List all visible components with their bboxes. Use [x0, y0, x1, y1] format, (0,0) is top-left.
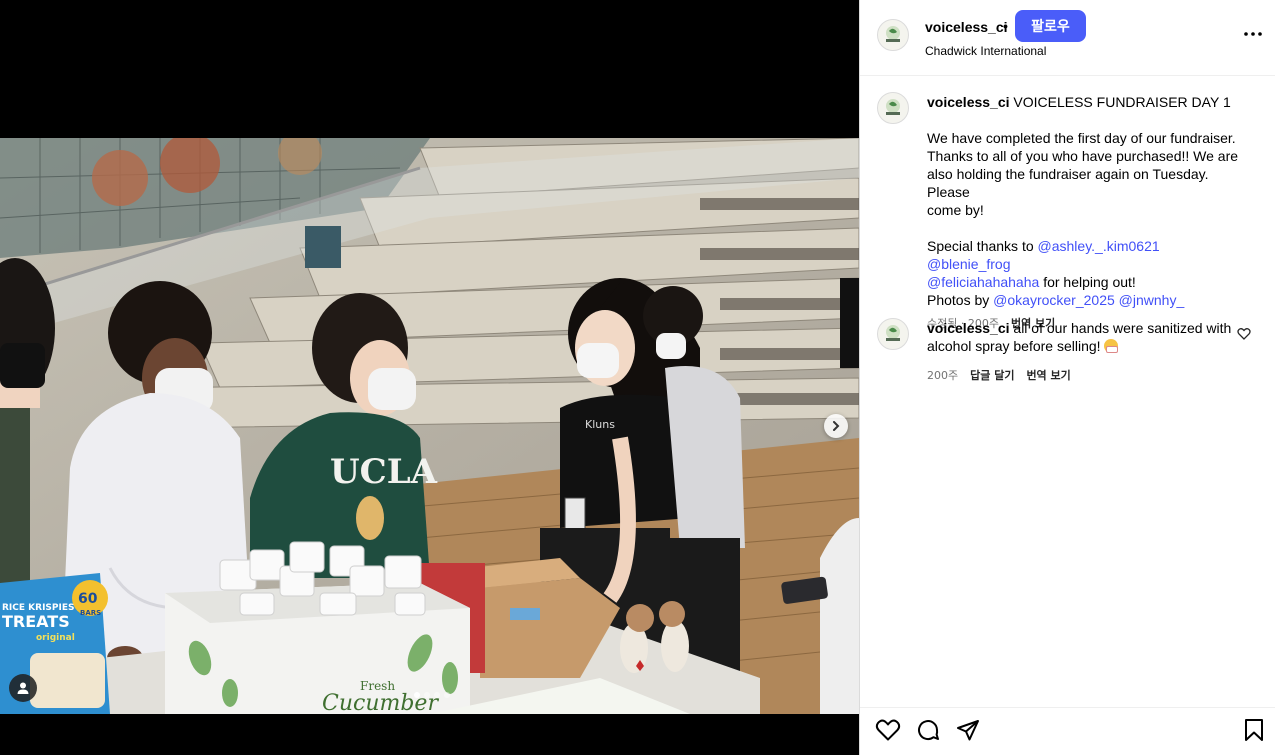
caption-thanks-line-2: @feliciahahahaha for helping out! [927, 273, 1247, 291]
mask-face-emoji-icon [1104, 339, 1119, 353]
save-button[interactable] [1240, 716, 1268, 744]
caption-text: Photos by [927, 292, 990, 308]
caption-avatar[interactable] [877, 92, 909, 124]
carousel-dot [434, 692, 440, 698]
caption-text: for helping out! [1043, 274, 1136, 290]
share-button[interactable] [954, 716, 982, 744]
caption-headline: VOICELESS FUNDRAISER DAY 1 [1013, 94, 1231, 110]
chevron-right-icon [833, 421, 840, 431]
comment-button[interactable] [914, 716, 942, 744]
caption-text: We have completed the first day of our f… [927, 130, 1236, 146]
svg-text:60: 60 [78, 591, 98, 607]
carousel-dot [444, 692, 450, 698]
svg-text:TREATS: TREATS [2, 612, 70, 631]
comment-like-icon[interactable] [1237, 327, 1251, 341]
more-options-icon [1244, 32, 1262, 36]
media-pane: UCLA Kluns Fresh Cucumber 60 BARS RICE K… [0, 0, 859, 755]
comments-section: voiceless_ci VOICELESS FUNDRAISER DAY 1 … [860, 77, 1275, 707]
ucla-shirt-text: UCLA [330, 452, 438, 492]
author-username[interactable]: voiceless_ci [925, 19, 1008, 35]
post-side-panel: voiceless_ci • 팔로우 Chadwick Internationa… [859, 0, 1275, 755]
post-actions-bar [860, 707, 1275, 755]
svg-text:original: original [36, 633, 75, 643]
more-options-button[interactable] [1243, 26, 1263, 42]
tagged-users-button[interactable] [9, 674, 37, 702]
caption-thanks-line: Special thanks to @ashley._.kim0621 @ble… [927, 237, 1247, 273]
save-icon [1245, 719, 1263, 741]
profile-logo-icon [886, 325, 900, 341]
mention-link[interactable]: @ashley._.kim0621 [1038, 238, 1160, 254]
comment-line: voiceless_ci all of our hands were sanit… [927, 320, 1231, 354]
profile-logo-icon [886, 26, 900, 42]
svg-text:BARS: BARS [80, 609, 101, 617]
mention-link[interactable]: @jnwnhy_ [1119, 292, 1185, 308]
mention-link[interactable]: @feliciahahahaha [927, 274, 1039, 290]
post-location[interactable]: Chadwick International [925, 44, 1046, 58]
like-button[interactable] [874, 716, 902, 744]
caption-text: also holding the fundraiser again on Tue… [927, 166, 1209, 200]
comment-body: voiceless_ci all of our hands were sanit… [927, 319, 1232, 385]
caption-username[interactable]: voiceless_ci [927, 94, 1010, 110]
mention-link[interactable]: @okayrocker_2025 [993, 292, 1115, 308]
svg-text:Kluns: Kluns [585, 418, 615, 431]
carousel-dot [424, 692, 430, 698]
carousel-indicator [414, 692, 450, 698]
comment-icon [918, 720, 939, 741]
caption-text: Special thanks to [927, 238, 1034, 254]
user-tag-icon [17, 682, 29, 694]
caption-photos-line: Photos by @okayrocker_2025 @jnwnhy_ [927, 291, 1247, 309]
caption-headline-line: voiceless_ci VOICELESS FUNDRAISER DAY 1 [927, 93, 1247, 111]
commenter-username[interactable]: voiceless_ci [927, 320, 1010, 336]
next-photo-button[interactable] [824, 414, 848, 438]
caption-text: Thanks to all of you who have purchased!… [927, 148, 1239, 164]
post-header: voiceless_ci • 팔로우 Chadwick Internationa… [860, 0, 1275, 76]
share-icon [957, 720, 979, 741]
separator-dot: • [1003, 18, 1008, 34]
caption-text: come by! [927, 202, 984, 218]
carousel-dot [414, 692, 420, 698]
reply-link[interactable]: 답글 달기 [970, 367, 1014, 385]
profile-logo-icon [886, 99, 900, 115]
comment-meta: 200주 답글 달기 번역 보기 [927, 367, 1232, 385]
post-photo[interactable]: UCLA Kluns Fresh Cucumber 60 BARS RICE K… [0, 138, 859, 714]
translate-link[interactable]: 번역 보기 [1026, 367, 1070, 385]
mention-link[interactable]: @blenie_frog [927, 256, 1011, 272]
caption-body: voiceless_ci VOICELESS FUNDRAISER DAY 1 … [927, 93, 1247, 333]
like-icon [875, 719, 901, 741]
comment-time: 200주 [927, 369, 959, 382]
commenter-avatar[interactable] [877, 318, 909, 350]
follow-button[interactable]: 팔로우 [1015, 10, 1086, 42]
author-avatar[interactable] [877, 19, 909, 51]
